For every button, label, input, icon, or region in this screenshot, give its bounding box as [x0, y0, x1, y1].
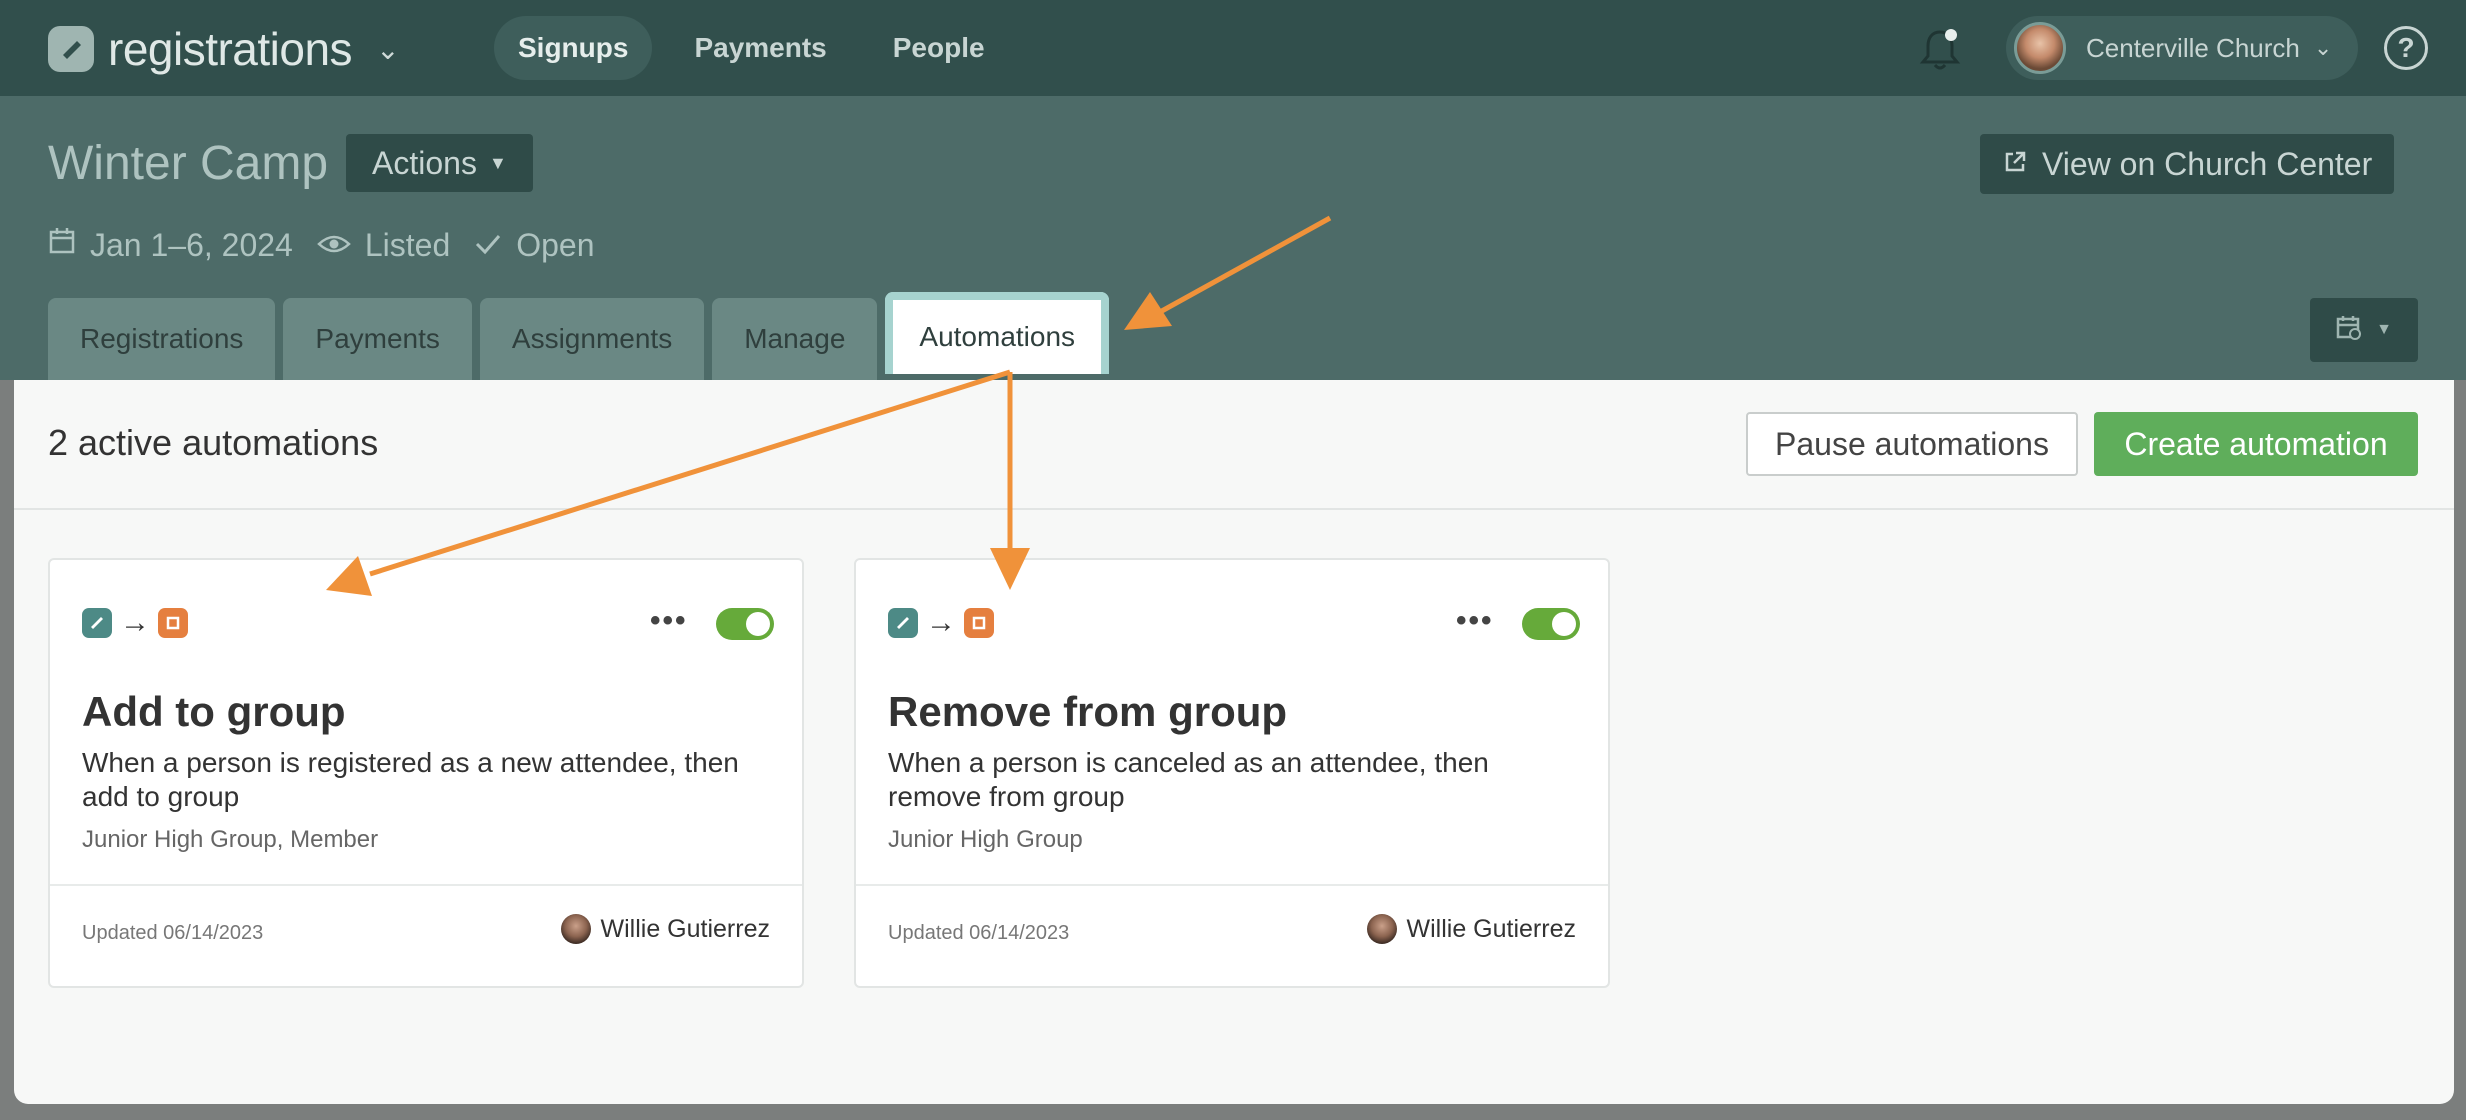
app-name: registrations [108, 23, 353, 75]
event-tabs: Registrations Payments Assignments Manag… [48, 292, 1110, 380]
tab-manage[interactable]: Manage [712, 298, 878, 380]
more-options-icon[interactable]: ••• [650, 604, 688, 638]
updated-by: Willie Gutierrez [560, 914, 770, 944]
divider [856, 884, 1608, 886]
nav-payments[interactable]: Payments [670, 16, 850, 80]
user-name: Willie Gutierrez [600, 914, 770, 943]
create-automation-button[interactable]: Create automation [2094, 412, 2418, 476]
automation-details: Junior High Group [888, 826, 1083, 853]
view-on-church-center-button[interactable]: View on Church Center [1980, 134, 2395, 194]
more-options-icon[interactable]: ••• [1456, 604, 1494, 638]
view-label: View on Church Center [2042, 145, 2373, 182]
calendar-icon [48, 226, 76, 264]
groups-icon [158, 608, 188, 638]
top-navigation-bar: registrations ⌄ Signups Payments People … [0, 0, 2466, 96]
automation-flow: → [82, 608, 188, 638]
app-switcher[interactable]: registrations ⌄ [48, 22, 400, 76]
automation-toggle[interactable] [1522, 608, 1580, 640]
arrow-right-icon: → [120, 606, 150, 639]
tab-payments[interactable]: Payments [283, 298, 472, 380]
caret-down-icon: ▼ [488, 152, 507, 173]
chevron-down-icon: ⌄ [2313, 35, 2333, 60]
automation-card: → ••• Add to group When a person is regi… [48, 558, 804, 988]
eye-icon [317, 227, 351, 264]
event-dates: Jan 1–6, 2024 [90, 226, 293, 263]
user-avatar [2014, 22, 2066, 74]
automation-title: Remove from group [888, 688, 1288, 735]
organization-name: Centerville Church [2086, 32, 2300, 63]
calendar-sync-icon [2336, 315, 2362, 346]
main-nav: Signups Payments People [494, 16, 1009, 80]
automations-panel: 2 active automations Pause automations C… [14, 380, 2454, 1104]
event-meta: Jan 1–6, 2024 Listed Open [48, 226, 595, 264]
actions-button[interactable]: Actions ▼ [346, 134, 533, 192]
checkmark-icon [474, 227, 502, 264]
automation-card: → ••• Remove from group When a person is… [854, 558, 1610, 988]
tab-automations[interactable]: Automations [885, 292, 1110, 374]
automation-description: When a person is registered as a new att… [82, 747, 739, 812]
updated-date: Updated 06/14/2023 [82, 922, 264, 944]
automation-details: Junior High Group, Member [82, 826, 379, 853]
page-title: Winter Camp [48, 137, 329, 190]
automation-title: Add to group [82, 688, 346, 735]
arrow-right-icon: → [926, 606, 956, 639]
actions-label: Actions [372, 144, 477, 181]
automation-toggle[interactable] [716, 608, 774, 640]
updated-date: Updated 06/14/2023 [888, 922, 1070, 944]
event-status: Open [516, 226, 595, 263]
help-icon[interactable]: ? [2384, 26, 2428, 70]
automation-flow: → [888, 608, 994, 638]
groups-icon [964, 608, 994, 638]
updated-by: Willie Gutierrez [1366, 914, 1576, 944]
organization-switcher[interactable]: Centerville Church ⌄ [2006, 16, 2358, 80]
caret-down-icon: ▼ [2376, 321, 2392, 338]
notifications-bell-icon[interactable] [1918, 26, 1962, 77]
user-avatar [560, 914, 591, 944]
event-visibility: Listed [364, 226, 451, 263]
automation-description: When a person is canceled as an attendee… [888, 747, 1489, 812]
tab-registrations[interactable]: Registrations [48, 298, 276, 380]
nav-people[interactable]: People [869, 16, 1009, 80]
user-avatar [1366, 914, 1397, 944]
registrations-icon [82, 608, 112, 638]
divider [50, 884, 802, 886]
pause-automations-button[interactable]: Pause automations [1746, 412, 2078, 476]
registrations-logo-icon [48, 26, 94, 72]
active-automations-count: 2 active automations [48, 422, 379, 463]
chevron-down-icon: ⌄ [376, 33, 400, 65]
tab-assignments[interactable]: Assignments [479, 298, 705, 380]
divider [14, 508, 2454, 510]
external-link-icon [2002, 146, 2028, 183]
nav-signups[interactable]: Signups [494, 16, 653, 80]
calendar-dropdown-button[interactable]: ▼ [2310, 298, 2418, 362]
user-name: Willie Gutierrez [1406, 914, 1576, 943]
registrations-icon [888, 608, 918, 638]
